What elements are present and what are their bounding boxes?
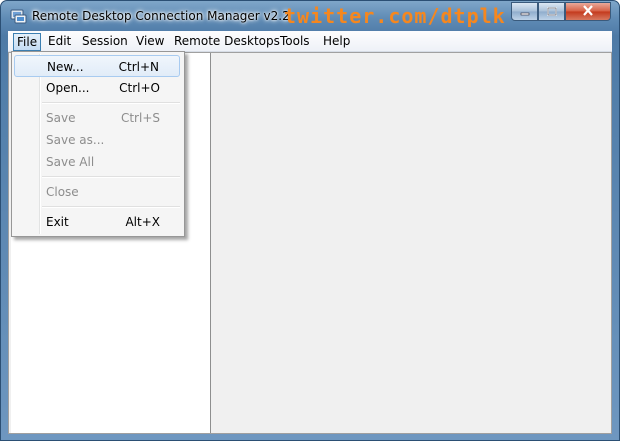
menu-item-exit[interactable]: Exit Alt+X [14, 211, 180, 233]
menu-remote-desktops[interactable]: Remote Desktops [170, 33, 284, 49]
menu-edit[interactable]: Edit [44, 33, 75, 49]
menu-item-label: Close [46, 185, 79, 199]
menu-item-shortcut: Ctrl+O [119, 81, 160, 95]
menu-item-label: Save All [46, 155, 95, 169]
maximize-icon [546, 5, 557, 19]
menu-separator [42, 102, 180, 104]
menu-item-shortcut: Ctrl+N [118, 60, 159, 74]
close-button[interactable] [565, 2, 611, 21]
menu-view[interactable]: View [132, 33, 168, 49]
minimize-button[interactable] [511, 2, 538, 21]
menu-help[interactable]: Help [319, 33, 354, 49]
file-menu-dropdown: New... Ctrl+N Open... Ctrl+O Save Ctrl+S… [11, 51, 185, 237]
menu-item-save: Save Ctrl+S [14, 107, 180, 129]
menu-item-close: Close [14, 181, 180, 203]
app-window: Remote Desktop Connection Manager v2.2 t… [0, 0, 620, 441]
menu-item-shortcut: Ctrl+S [120, 111, 160, 125]
menu-item-label: Save as... [46, 133, 105, 147]
menu-item-label: Open... [46, 81, 90, 95]
menu-item-label: Save [46, 111, 76, 125]
menu-item-save-as: Save as... [14, 129, 180, 151]
close-icon [582, 4, 594, 19]
menu-session[interactable]: Session [78, 33, 132, 49]
window-title: Remote Desktop Connection Manager v2.2 [32, 9, 290, 23]
menu-tools[interactable]: Tools [276, 33, 314, 49]
menu-separator [42, 176, 180, 178]
menu-item-shortcut: Alt+X [125, 215, 160, 229]
menu-item-new[interactable]: New... Ctrl+N [14, 55, 180, 77]
menu-item-label: Exit [46, 215, 69, 229]
maximize-button[interactable] [538, 2, 565, 21]
menu-item-save-all: Save All [14, 151, 180, 173]
menu-file[interactable]: File [13, 33, 42, 51]
menu-separator [42, 206, 180, 208]
app-icon[interactable] [10, 8, 27, 25]
watermark-text: twitter.com/dtplk [284, 4, 506, 28]
menu-item-label: New... [47, 60, 84, 74]
menu-bar: File Edit Session View Remote Desktops T… [8, 31, 612, 52]
menu-item-open[interactable]: Open... Ctrl+O [14, 77, 180, 99]
minimize-icon [520, 5, 530, 19]
